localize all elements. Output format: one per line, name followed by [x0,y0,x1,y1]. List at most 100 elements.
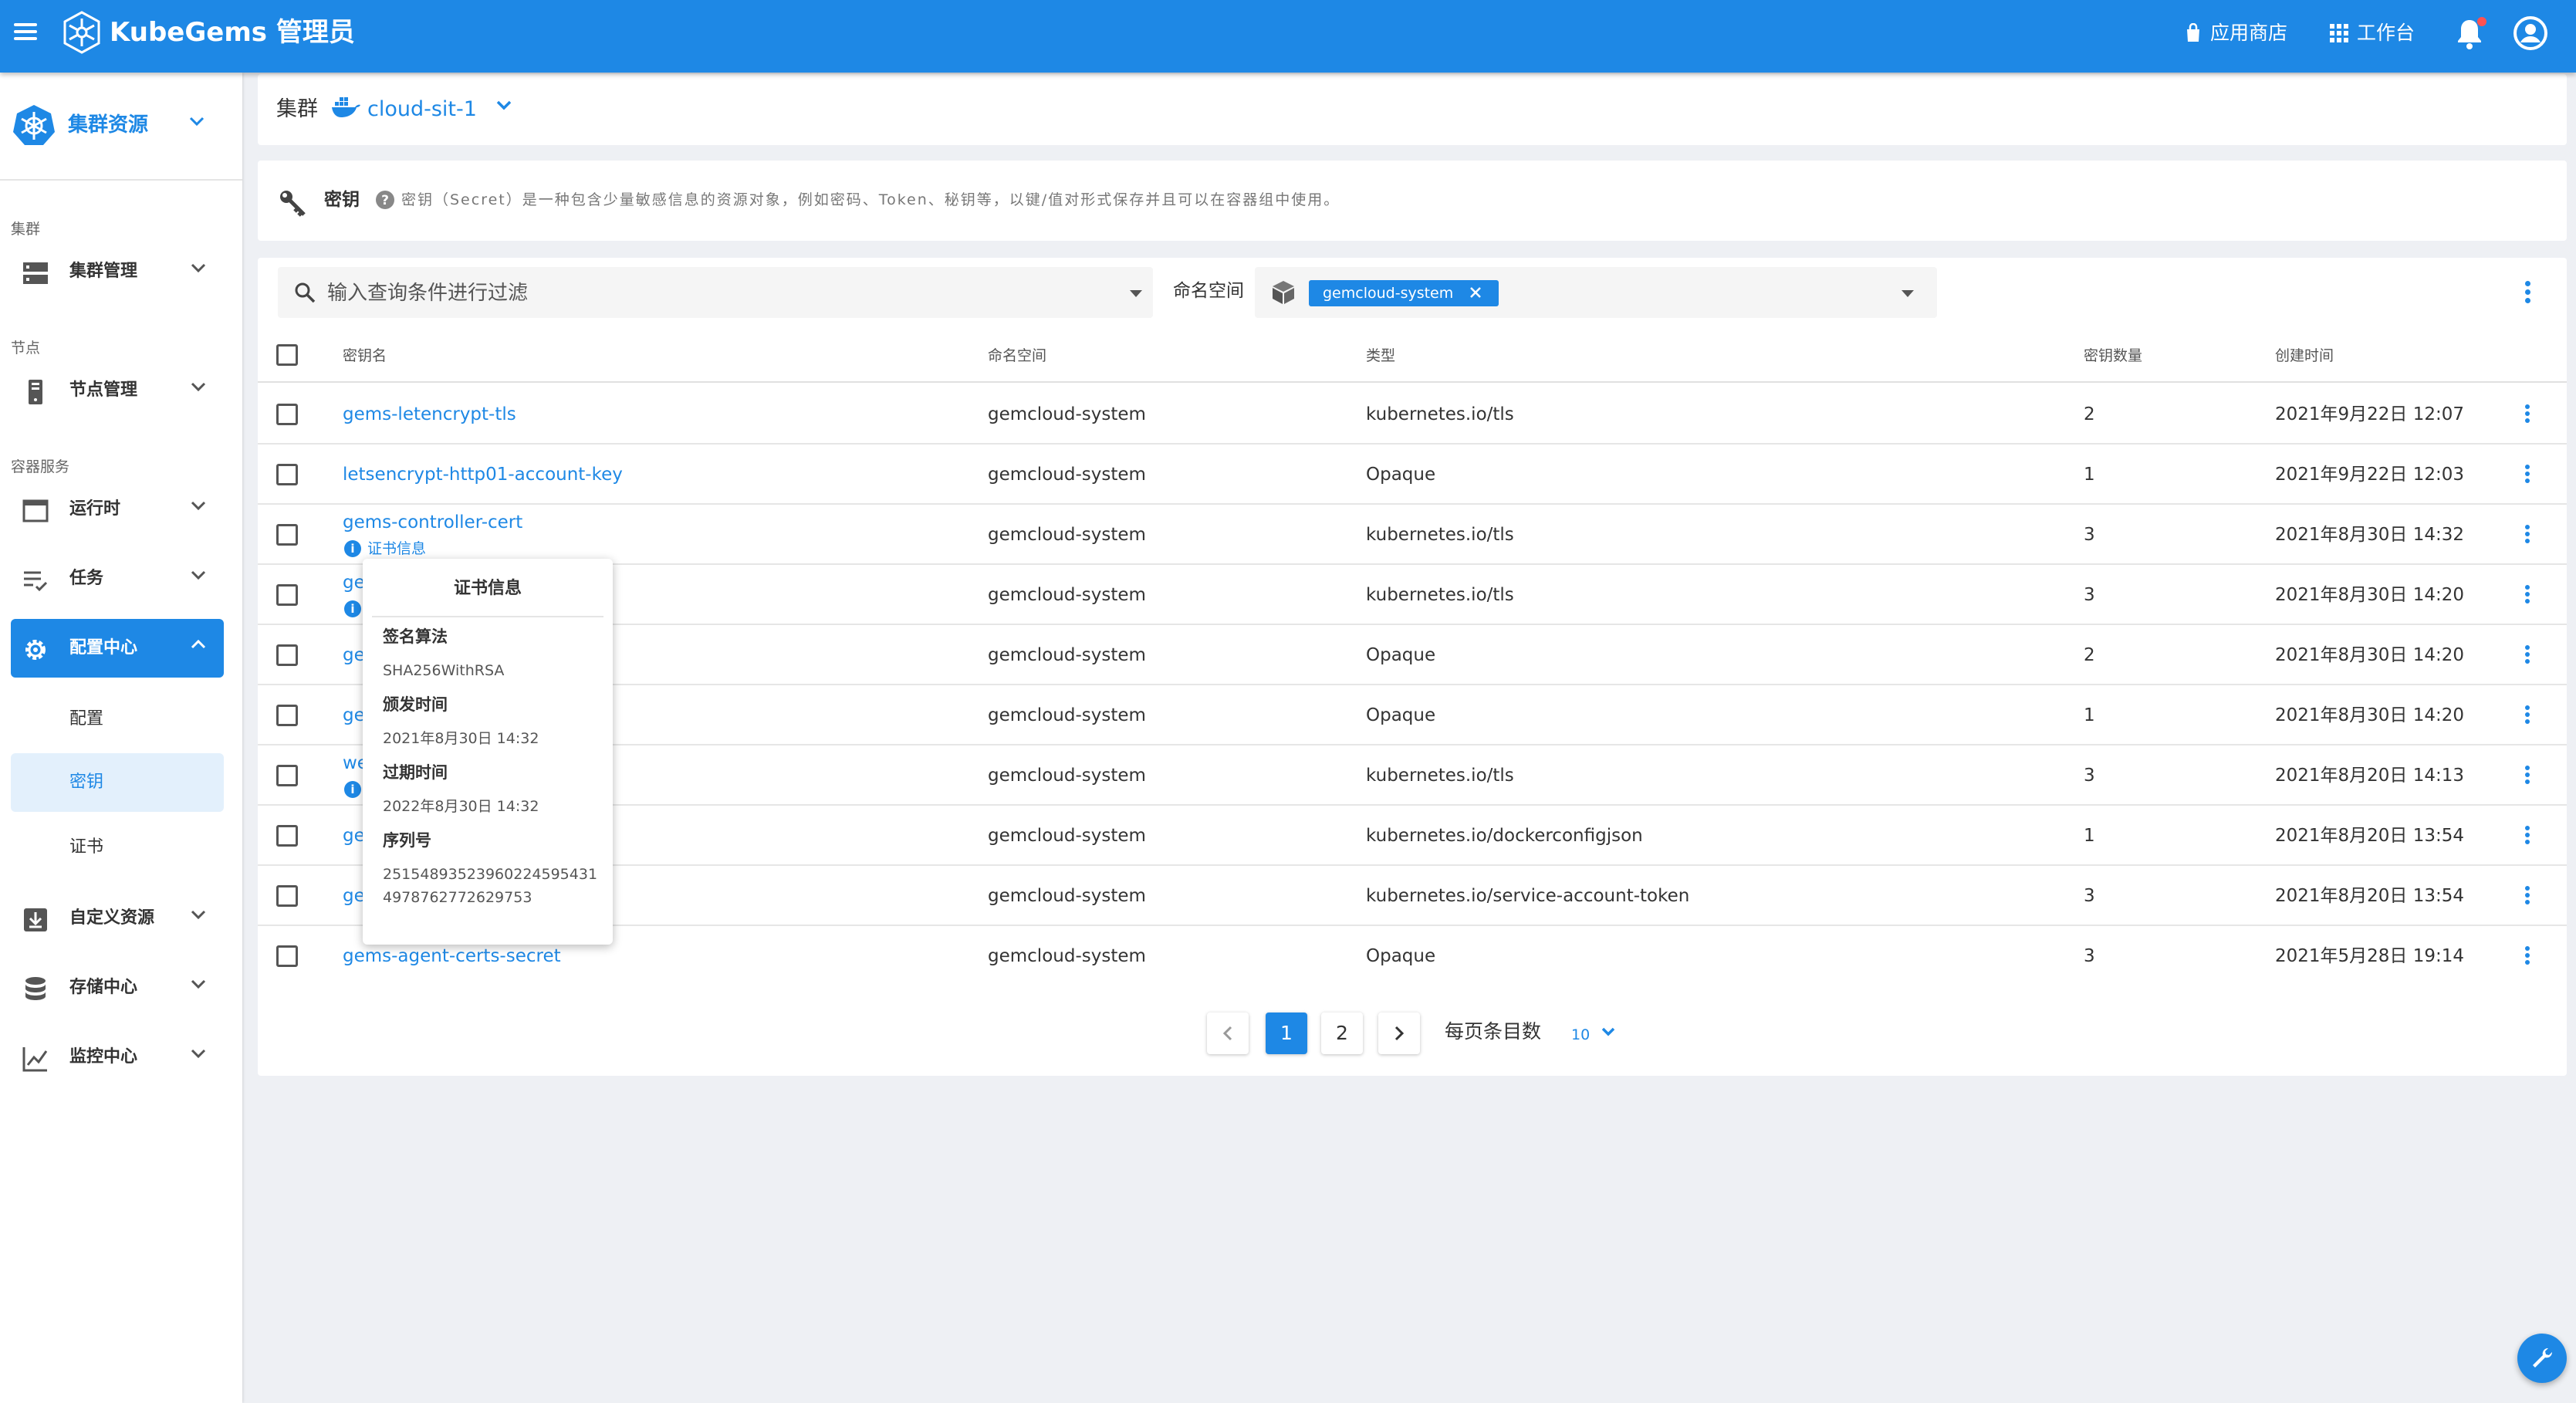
row-type: kubernetes.io/tls [1366,404,1514,424]
menu-icon[interactable] [14,19,40,46]
more-vert-icon[interactable] [2524,465,2530,485]
more-vert-icon[interactable] [2524,525,2530,546]
info-icon[interactable]: i [344,600,361,617]
kubegems-logo-icon[interactable] [59,9,105,56]
row-checkbox[interactable] [276,584,298,606]
cluster-name-select[interactable]: cloud-sit-1 [367,96,477,123]
table-row[interactable]: gems-controller-cert i 证书信息 gemcloud-sys… [258,505,2567,565]
secret-name-link[interactable]: ge [343,823,365,849]
more-vert-icon[interactable] [2524,705,2530,726]
more-vert-icon[interactable] [2524,946,2530,967]
chevron-down-icon[interactable] [1601,1026,1616,1037]
sidebar-item-storage[interactable]: 存储中心 [11,958,224,1017]
row-checkbox[interactable] [276,885,298,907]
more-vert-icon[interactable] [2524,281,2530,306]
secret-name-link[interactable]: ge [343,642,365,668]
chevron-down-icon [191,501,206,511]
app-brand[interactable]: KubeGems 管理员 [110,15,355,49]
tools-fab-button[interactable] [2517,1334,2567,1383]
sidebar-item-jobs[interactable]: 任务 [11,549,224,608]
row-created: 2021年9月22日 12:07 [2275,404,2465,424]
sidebar-item-label: 存储中心 [69,978,138,997]
sidebar-subitem-label: 配置 [69,709,104,729]
header-count[interactable]: 密钥数量 [2084,346,2142,366]
secret-name-link[interactable]: ge [343,702,365,729]
more-vert-icon[interactable] [2524,645,2530,666]
sidebar-header[interactable]: 集群资源 [0,73,242,181]
namespace-label: 命名空间 [1173,281,1244,301]
row-namespace: gemcloud-system [988,766,1146,786]
secret-name-link[interactable]: ge [343,883,365,909]
row-checkbox[interactable] [276,765,298,786]
header-type[interactable]: 类型 [1366,346,1395,366]
notifications-button[interactable] [2454,17,2488,51]
serial-number-label: 序列号 [383,831,431,850]
select-all-checkbox[interactable] [276,344,298,366]
app-bar: KubeGems 管理员 应用商店 工作台 [0,0,2576,73]
secret-name-link[interactable]: gems-controller-cert [343,509,522,536]
sidebar-item-node-mgmt[interactable]: 节点管理 [11,361,224,420]
caret-down-icon[interactable] [1130,290,1142,297]
secret-name-link[interactable]: gems-agent-certs-secret [343,943,561,969]
row-checkbox[interactable] [276,825,298,847]
chevron-down-icon[interactable] [495,99,512,111]
secret-name-link[interactable]: gems-letencrypt-tls [343,401,516,428]
sig-algorithm-label: 签名算法 [383,627,448,646]
secret-name-link[interactable]: ge [343,570,365,596]
cert-info-link[interactable]: i 证书信息 [344,539,426,559]
row-checkbox[interactable] [276,464,298,485]
sidebar-subitem-cert[interactable]: 证书 [11,818,224,877]
table-row[interactable]: gems-letencrypt-tls gemcloud-system kube… [258,384,2567,445]
more-vert-icon[interactable] [2524,585,2530,606]
row-namespace: gemcloud-system [988,826,1146,846]
row-count: 3 [2084,525,2095,545]
info-icon[interactable]: i [344,781,361,798]
row-count: 3 [2084,766,2095,786]
app-store-button[interactable]: 应用商店 [2184,20,2287,46]
filter-input[interactable]: 输入查询条件进行过滤 [278,267,1153,318]
header-name[interactable]: 密钥名 [343,346,387,366]
prev-page-button[interactable] [1207,1013,1249,1054]
row-checkbox[interactable] [276,945,298,967]
row-type: kubernetes.io/dockerconfigjson [1366,826,1643,846]
more-vert-icon[interactable] [2524,826,2530,847]
caret-down-icon[interactable] [1902,290,1914,297]
row-type: kubernetes.io/service-account-token [1366,886,1690,906]
page-1-button[interactable]: 1 [1266,1013,1307,1054]
row-checkbox[interactable] [276,404,298,425]
sidebar-item-config-center[interactable]: 配置中心 [11,619,224,678]
header-namespace[interactable]: 命名空间 [988,346,1046,366]
row-checkbox[interactable] [276,644,298,666]
page-description: 密钥（Secret）是一种包含少量敏感信息的资源对象，例如密码、Token、秘钥… [401,191,1340,208]
namespace-select[interactable]: gemcloud-system [1255,267,1937,318]
sidebar-item-monitor[interactable]: 监控中心 [11,1028,224,1087]
more-vert-icon[interactable] [2524,404,2530,425]
sidebar-subitem-secret[interactable]: 密钥 [11,753,224,812]
section-node: 节点 [11,340,41,357]
table-row[interactable]: letsencrypt-http01-account-key gemcloud-… [258,445,2567,505]
header-created[interactable]: 创建时间 [2275,346,2334,366]
more-vert-icon[interactable] [2524,766,2530,786]
sidebar-item-custom-resource[interactable]: 自定义资源 [11,889,224,948]
more-vert-icon[interactable] [2524,886,2530,907]
shopping-bag-icon [2187,23,2199,42]
per-page-select[interactable]: 10 [1571,1025,1590,1045]
namespace-chip[interactable]: gemcloud-system [1309,280,1499,306]
account-circle-icon[interactable] [2513,15,2548,51]
next-page-button[interactable] [1378,1013,1420,1054]
app-store-label: 应用商店 [2210,22,2288,44]
page-title: 密钥 [324,190,360,210]
chevron-down-icon [191,263,206,273]
sidebar-subitem-config[interactable]: 配置 [11,690,224,749]
row-checkbox[interactable] [276,524,298,546]
close-icon[interactable] [1468,285,1483,300]
sidebar-item-runtime[interactable]: 运行时 [11,480,224,539]
secret-name-link[interactable]: letsencrypt-http01-account-key [343,461,623,488]
sidebar-subitem-label: 证书 [69,837,104,857]
workbench-label: 工作台 [2357,22,2415,44]
workbench-button[interactable]: 工作台 [2329,20,2415,46]
sidebar-item-cluster-mgmt[interactable]: 集群管理 [11,242,224,301]
per-page-label: 每页条目数 [1445,1020,1542,1043]
page-2-button[interactable]: 2 [1321,1013,1363,1054]
row-checkbox[interactable] [276,705,298,726]
